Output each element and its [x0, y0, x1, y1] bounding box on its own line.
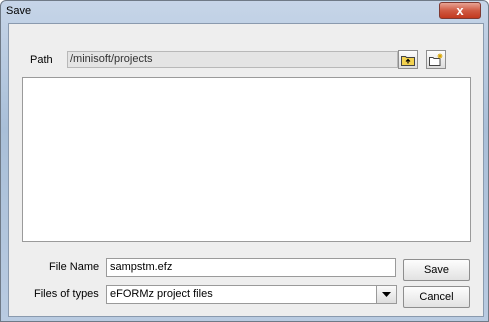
save-button-label: Save: [423, 264, 450, 276]
window-title: Save: [6, 5, 32, 17]
save-button[interactable]: Save: [403, 259, 470, 281]
path-field: /minisoft/projects: [67, 51, 398, 68]
file-name-input[interactable]: sampstm.efz: [106, 258, 396, 277]
file-types-select[interactable]: eFORMz project files: [106, 285, 397, 304]
file-list[interactable]: [22, 77, 471, 242]
file-name-value: sampstm.efz: [110, 261, 173, 273]
file-name-label: File Name: [49, 261, 100, 273]
close-icon: x: [456, 3, 464, 18]
dialog-content: Path /minisoft/projects File Name sampst…: [8, 23, 484, 317]
new-folder-icon: [428, 53, 442, 66]
cancel-button[interactable]: Cancel: [403, 286, 470, 308]
file-types-label: Files of types: [34, 288, 99, 300]
folder-up-icon: [401, 55, 415, 66]
title-bar[interactable]: Save x: [1, 1, 488, 23]
close-button[interactable]: x: [439, 2, 481, 19]
new-folder-button[interactable]: [426, 50, 446, 69]
dropdown-arrow[interactable]: [376, 286, 396, 303]
save-dialog: Save x Path /minisoft/projects File Name…: [0, 0, 489, 322]
chevron-down-icon: [382, 292, 391, 297]
cancel-button-label: Cancel: [419, 291, 454, 303]
path-value: /minisoft/projects: [70, 53, 153, 65]
path-label: Path: [30, 54, 53, 66]
file-types-value: eFORMz project files: [110, 288, 213, 300]
up-folder-button[interactable]: [398, 50, 418, 69]
